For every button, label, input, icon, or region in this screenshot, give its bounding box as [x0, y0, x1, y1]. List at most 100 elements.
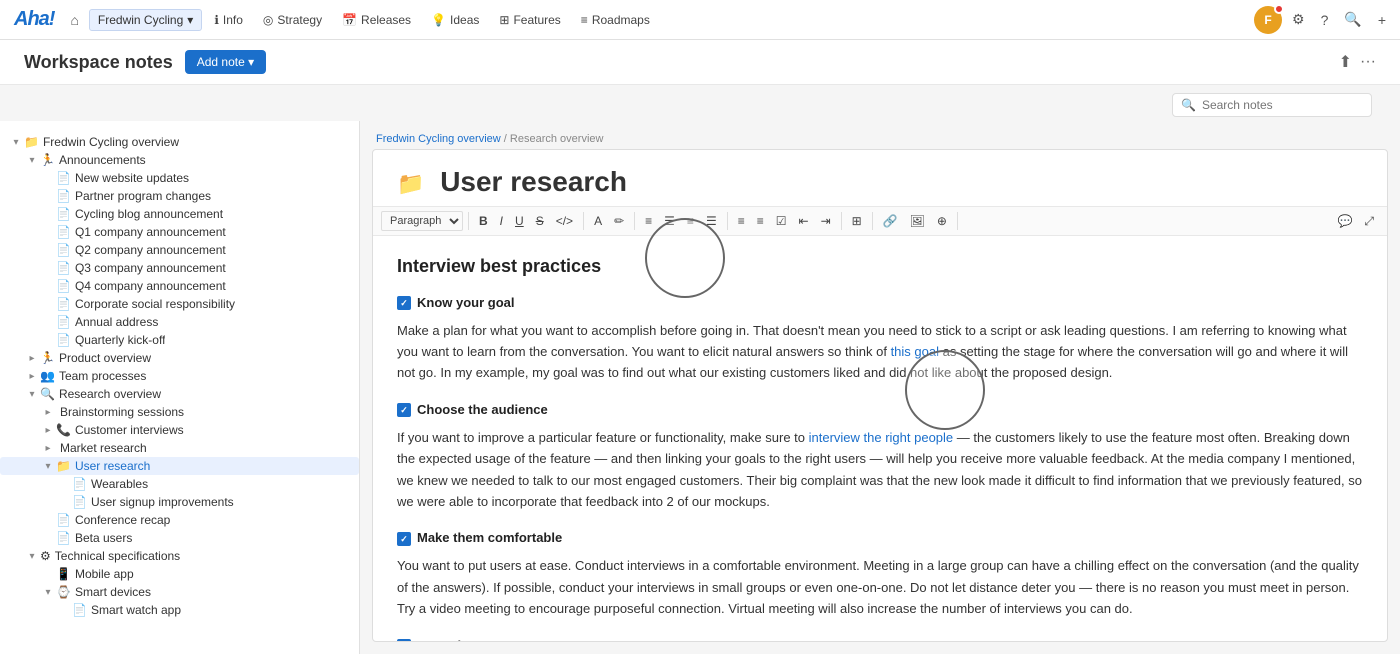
- doc-icon: 📄: [72, 495, 87, 509]
- editor-body[interactable]: Interview best practices ✓ Know your goa…: [373, 236, 1387, 641]
- link-button[interactable]: 🔗: [878, 212, 903, 230]
- section-title: Interview best practices: [397, 252, 1363, 281]
- sidebar-item-q4-company-announcement[interactable]: 📄 Q4 company announcement: [0, 277, 359, 295]
- toggle-icon: ▾: [40, 461, 56, 472]
- numbered-list-button[interactable]: ≡: [752, 212, 769, 230]
- subsection-header-be-curious: ✓ Be curious: [397, 636, 1363, 641]
- search-section: 🔍: [0, 85, 1400, 121]
- dropdown-arrow-icon: ▾: [187, 13, 193, 27]
- toggle-icon: ▾: [40, 587, 56, 598]
- search-button[interactable]: 🔍: [1338, 7, 1367, 32]
- image-button[interactable]: 🖼: [905, 212, 930, 230]
- sidebar-item-conference-recap[interactable]: 📄 Conference recap: [0, 511, 359, 529]
- justify-button[interactable]: ☰: [701, 212, 722, 230]
- sidebar-item-technical-specifications[interactable]: ▾ ⚙ Technical specifications: [0, 547, 359, 565]
- sidebar-item-quarterly-kick-off[interactable]: 📄 Quarterly kick-off: [0, 331, 359, 349]
- expand-button[interactable]: ⤢: [1359, 212, 1379, 231]
- sidebar-item-market-research[interactable]: ▸ Market research: [0, 439, 359, 457]
- doc-icon: 📄: [56, 315, 71, 329]
- sidebar-item-mobile-app[interactable]: 📱 Mobile app: [0, 565, 359, 583]
- sidebar-item-q2-company-announcement[interactable]: 📄 Q2 company announcement: [0, 241, 359, 259]
- bold-button[interactable]: B: [474, 212, 493, 230]
- add-note-button[interactable]: Add note ▾: [185, 50, 266, 74]
- workspace-dropdown[interactable]: Fredwin Cycling ▾: [89, 9, 202, 31]
- nav-ideas[interactable]: 💡 Ideas: [423, 9, 487, 31]
- align-right-button[interactable]: ≡: [682, 212, 699, 230]
- sidebar-item-announcements[interactable]: ▾ 🏃 Announcements: [0, 151, 359, 169]
- nav-info[interactable]: ℹ Info: [206, 9, 251, 31]
- page-title: Workspace notes: [24, 52, 173, 73]
- sidebar: ▾ 📁 Fredwin Cycling overview ▾ 🏃 Announc…: [0, 121, 360, 654]
- link-this-goal[interactable]: this goal: [891, 344, 939, 359]
- sidebar-label: Q3 company announcement: [75, 261, 226, 275]
- sidebar-item-annual-address[interactable]: 📄 Annual address: [0, 313, 359, 331]
- table-button[interactable]: ⊞: [847, 212, 867, 230]
- sidebar-item-corporate-social-responsibility[interactable]: 📄 Corporate social responsibility: [0, 295, 359, 313]
- subsection-body-choose-audience: If you want to improve a particular feat…: [397, 427, 1363, 513]
- sidebar-item-partner-program-changes[interactable]: 📄 Partner program changes: [0, 187, 359, 205]
- toolbar-separator: [634, 212, 635, 230]
- roadmaps-icon: ≡: [581, 13, 588, 27]
- content-area: Fredwin Cycling overview / Research over…: [360, 121, 1400, 654]
- search-input[interactable]: [1202, 98, 1363, 112]
- settings-button[interactable]: ⚙: [1286, 7, 1311, 32]
- more-options-button[interactable]: ···: [1360, 52, 1376, 72]
- sidebar-item-team-processes[interactable]: ▸ 👥 Team processes: [0, 367, 359, 385]
- checklist-button[interactable]: ☑: [771, 212, 792, 230]
- strikethrough-button[interactable]: S: [531, 212, 549, 230]
- sidebar-item-smart-watch-app[interactable]: 📄 Smart watch app: [0, 601, 359, 619]
- bullet-list-button[interactable]: ≡: [733, 212, 750, 230]
- sidebar-item-fredwin-overview[interactable]: ▾ 📁 Fredwin Cycling overview: [0, 133, 359, 151]
- text-color-button[interactable]: A: [589, 212, 607, 230]
- highlight-button[interactable]: ✏: [609, 212, 629, 230]
- sidebar-item-research-overview[interactable]: ▾ 🔍 Research overview: [0, 385, 359, 403]
- doc-icon: 📄: [56, 171, 71, 185]
- add-button[interactable]: +: [1372, 8, 1392, 32]
- nav-strategy[interactable]: ◎ Strategy: [255, 9, 330, 31]
- outdent-button[interactable]: ⇤: [794, 212, 814, 230]
- sidebar-item-q1-company-announcement[interactable]: 📄 Q1 company announcement: [0, 223, 359, 241]
- breadcrumb-link-1[interactable]: Fredwin Cycling overview: [376, 133, 501, 145]
- subsection-header-choose-audience: ✓ Choose the audience: [397, 400, 1363, 421]
- nav-releases[interactable]: 📅 Releases: [334, 9, 419, 31]
- align-left-button[interactable]: ≡: [640, 212, 657, 230]
- paragraph-style-dropdown[interactable]: Paragraph Heading 1 Heading 2: [381, 211, 463, 231]
- nav-features[interactable]: ⊞ Features: [491, 9, 568, 31]
- note-editor: 📁 User research Paragraph Heading 1 Head…: [372, 149, 1388, 642]
- sidebar-item-customer-interviews[interactable]: ▸ 📞 Customer interviews: [0, 421, 359, 439]
- avatar[interactable]: F: [1254, 6, 1282, 34]
- sidebar-item-beta-users[interactable]: 📄 Beta users: [0, 529, 359, 547]
- insert-button[interactable]: ⊕: [932, 212, 952, 230]
- sidebar-item-smart-devices[interactable]: ▾ ⌚ Smart devices: [0, 583, 359, 601]
- indent-button[interactable]: ⇥: [816, 212, 836, 230]
- toggle-icon: ▸: [24, 353, 40, 364]
- home-button[interactable]: ⌂: [64, 8, 84, 32]
- help-button[interactable]: ?: [1315, 8, 1335, 32]
- link-interview-right-people[interactable]: interview the right people: [809, 430, 954, 445]
- note-title-text: User research: [440, 166, 627, 197]
- sidebar-label: Q2 company announcement: [75, 243, 226, 257]
- doc-icon: 📄: [56, 297, 71, 311]
- sidebar-item-q3-company-announcement[interactable]: 📄 Q3 company announcement: [0, 259, 359, 277]
- align-center-button[interactable]: ☰: [659, 212, 680, 230]
- sidebar-item-user-signup-improvements[interactable]: 📄 User signup improvements: [0, 493, 359, 511]
- nav-roadmaps[interactable]: ≡ Roadmaps: [573, 9, 658, 31]
- sidebar-item-product-overview[interactable]: ▸ 🏃 Product overview: [0, 349, 359, 367]
- checkbox-icon: ✓: [397, 403, 411, 417]
- sidebar-item-wearables[interactable]: 📄 Wearables: [0, 475, 359, 493]
- note-title: 📁 User research: [373, 150, 1387, 206]
- comment-button[interactable]: 💬: [1332, 212, 1357, 230]
- sidebar-item-cycling-blog-announcement[interactable]: 📄 Cycling blog announcement: [0, 205, 359, 223]
- italic-button[interactable]: I: [495, 212, 508, 230]
- underline-button[interactable]: U: [510, 212, 529, 230]
- code-button[interactable]: </>: [551, 212, 578, 230]
- sidebar-item-user-research[interactable]: ▾ 📁 User research: [0, 457, 359, 475]
- top-nav: Aha! ⌂ Fredwin Cycling ▾ ℹ Info ◎ Strate…: [0, 0, 1400, 40]
- share-button[interactable]: ⬆: [1339, 52, 1352, 72]
- main-layout: ▾ 📁 Fredwin Cycling overview ▾ 🏃 Announc…: [0, 121, 1400, 654]
- gear-icon: ⚙: [40, 549, 51, 563]
- sidebar-item-new-website-updates[interactable]: 📄 New website updates: [0, 169, 359, 187]
- toggle-icon: ▸: [40, 407, 56, 418]
- sidebar-item-brainstorming-sessions[interactable]: ▸ Brainstorming sessions: [0, 403, 359, 421]
- logo-button[interactable]: Aha!: [8, 8, 60, 31]
